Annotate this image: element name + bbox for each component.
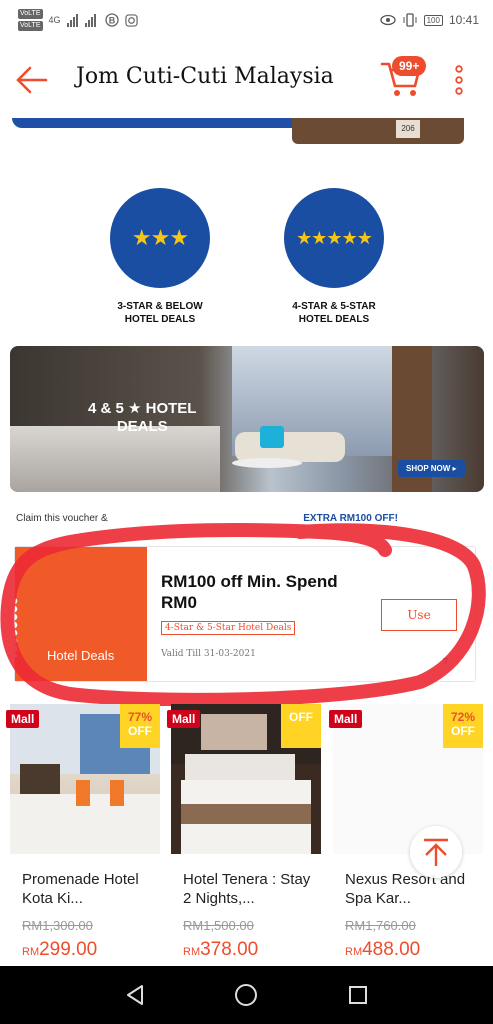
category-label-line1: 4-STAR & 5-STAR	[292, 301, 376, 312]
discount-word: OFF	[289, 710, 313, 724]
mall-badge: Mall	[167, 710, 201, 728]
currency: RM	[345, 946, 363, 958]
original-price: RM1,500.00	[183, 918, 254, 933]
table-image	[232, 458, 302, 468]
arrow-up-icon	[424, 838, 448, 866]
back-to-top-button[interactable]	[410, 826, 462, 878]
currency: RM	[183, 946, 201, 958]
voucher-title-line1: RM100 off Min. Spend	[161, 572, 338, 591]
nav-home-icon[interactable]	[234, 983, 258, 1007]
product-card[interactable]: Mall OFF Hotel Tenera : Stay 2 Nights,..…	[167, 704, 321, 966]
system-nav-bar	[0, 966, 493, 1024]
status-right: 100 10:41	[379, 13, 479, 27]
category-label-line2: HOTEL DEALS	[298, 314, 370, 325]
voucher-notch	[14, 597, 20, 657]
voucher-tag: 4-Star & 5-Star Hotel Deals	[161, 621, 296, 635]
category-4-5-star[interactable]: ★★★★★ 4-STAR & 5-STAR HOTEL DEALS	[274, 188, 394, 326]
b-app-icon: B	[104, 13, 119, 27]
banner-title-line2: DEALS	[116, 418, 168, 435]
banner-title: 4 & 5 ★ HOTEL DEALS	[88, 400, 196, 436]
instagram-icon	[124, 13, 138, 27]
sale-price: RM299.00	[22, 939, 97, 961]
voucher-card: Hotel Deals RM100 off Min. Spend RM0 4-S…	[14, 546, 476, 682]
svg-text:B: B	[108, 16, 115, 26]
category-3-star[interactable]: ★★★ 3-STAR & BELOW HOTEL DEALS	[100, 188, 220, 326]
product-card[interactable]: Mall 77% OFF Promenade Hotel Kota Ki... …	[6, 704, 160, 966]
room-number-sign: 206	[396, 120, 420, 138]
product-card[interactable]: Mall 72% OFF Nexus Resort and Spa Kar...…	[329, 704, 483, 966]
discount-badge: 77% OFF	[120, 704, 160, 748]
claim-voucher-text: Claim this voucher & EXTRA RM100 OFF!	[16, 513, 398, 524]
price-amount: 488.00	[362, 939, 421, 960]
five-star-icon: ★★★★★	[284, 188, 384, 288]
nav-back-icon[interactable]	[124, 984, 146, 1006]
status-bar: VoLTE VoLTE 4G B 100 10:41	[0, 0, 493, 40]
category-label: 3-STAR & BELOW HOTEL DEALS	[100, 300, 220, 326]
sale-price: RM488.00	[345, 939, 420, 961]
price-amount: 378.00	[200, 939, 259, 960]
top-banner-photo[interactable]: 206	[292, 118, 464, 144]
category-label-line1: 3-STAR & BELOW	[117, 301, 203, 312]
clock: 10:41	[448, 13, 479, 27]
voucher-left-panel: Hotel Deals	[15, 547, 147, 681]
pillow-image	[260, 426, 284, 448]
discount-word: OFF	[451, 724, 475, 738]
sale-price: RM378.00	[183, 939, 258, 961]
volte-tags: VoLTE VoLTE	[18, 9, 43, 31]
discount-percent: 72%	[450, 710, 476, 724]
voucher-title: RM100 off Min. Spend RM0	[161, 571, 338, 613]
battery-level: 100	[423, 14, 443, 26]
claim-text: Claim this voucher &	[16, 513, 111, 524]
discount-badge: OFF	[281, 704, 321, 748]
cart-badge: 99+	[392, 56, 427, 76]
network-type: 4G	[48, 15, 61, 25]
category-label: 4-STAR & 5-STAR HOTEL DEALS	[274, 300, 394, 326]
mall-badge: Mall	[329, 710, 363, 728]
voucher-validity: Valid Till 31-03-2021	[161, 649, 256, 659]
back-arrow-icon[interactable]	[14, 62, 50, 98]
terms-link[interactable]: T	[443, 657, 449, 668]
nav-recents-icon[interactable]	[347, 984, 369, 1006]
product-name: Nexus Resort and Spa Kar...	[345, 871, 466, 907]
currency: RM	[22, 946, 40, 958]
category-label-line2: HOTEL DEALS	[124, 314, 196, 325]
volte-tag-2: VoLTE	[18, 21, 43, 31]
discount-badge: 72% OFF	[443, 704, 483, 748]
voucher-title-line2: RM0	[161, 593, 197, 612]
app-header: Jom Cuti-Cuti Malaysia 99+	[0, 40, 493, 118]
top-banner-remnant[interactable]	[12, 118, 312, 128]
volte-tag-1: VoLTE	[18, 9, 43, 19]
page-title: Jom Cuti-Cuti Malaysia	[76, 64, 334, 89]
three-star-icon: ★★★	[110, 188, 210, 288]
discount-word: OFF	[128, 724, 152, 738]
product-name: Promenade Hotel Kota Ki...	[22, 871, 139, 907]
more-options-icon[interactable]	[452, 64, 466, 96]
product-name: Hotel Tenera : Stay 2 Nights,...	[183, 871, 311, 907]
use-voucher-button[interactable]: Use	[381, 599, 457, 631]
hotel-deals-banner[interactable]: 4 & 5 ★ HOTEL DEALS SHOP NOW ▸	[10, 346, 484, 492]
mall-badge: Mall	[6, 710, 40, 728]
original-price: RM1,760.00	[345, 918, 416, 933]
eye-icon	[379, 14, 396, 26]
signal-icon	[66, 14, 96, 27]
vibrate-icon	[403, 13, 417, 27]
discount-percent: 77%	[127, 710, 153, 724]
status-left: VoLTE VoLTE 4G B	[18, 9, 138, 31]
claim-highlight: EXTRA RM100 OFF!	[303, 513, 398, 524]
banner-title-line1: 4 & 5 ★ HOTEL	[88, 400, 197, 417]
price-amount: 299.00	[39, 939, 98, 960]
shop-now-button[interactable]: SHOP NOW ▸	[398, 460, 465, 477]
voucher-category-label: Hotel Deals	[47, 648, 115, 663]
original-price: RM1,300.00	[22, 918, 93, 933]
